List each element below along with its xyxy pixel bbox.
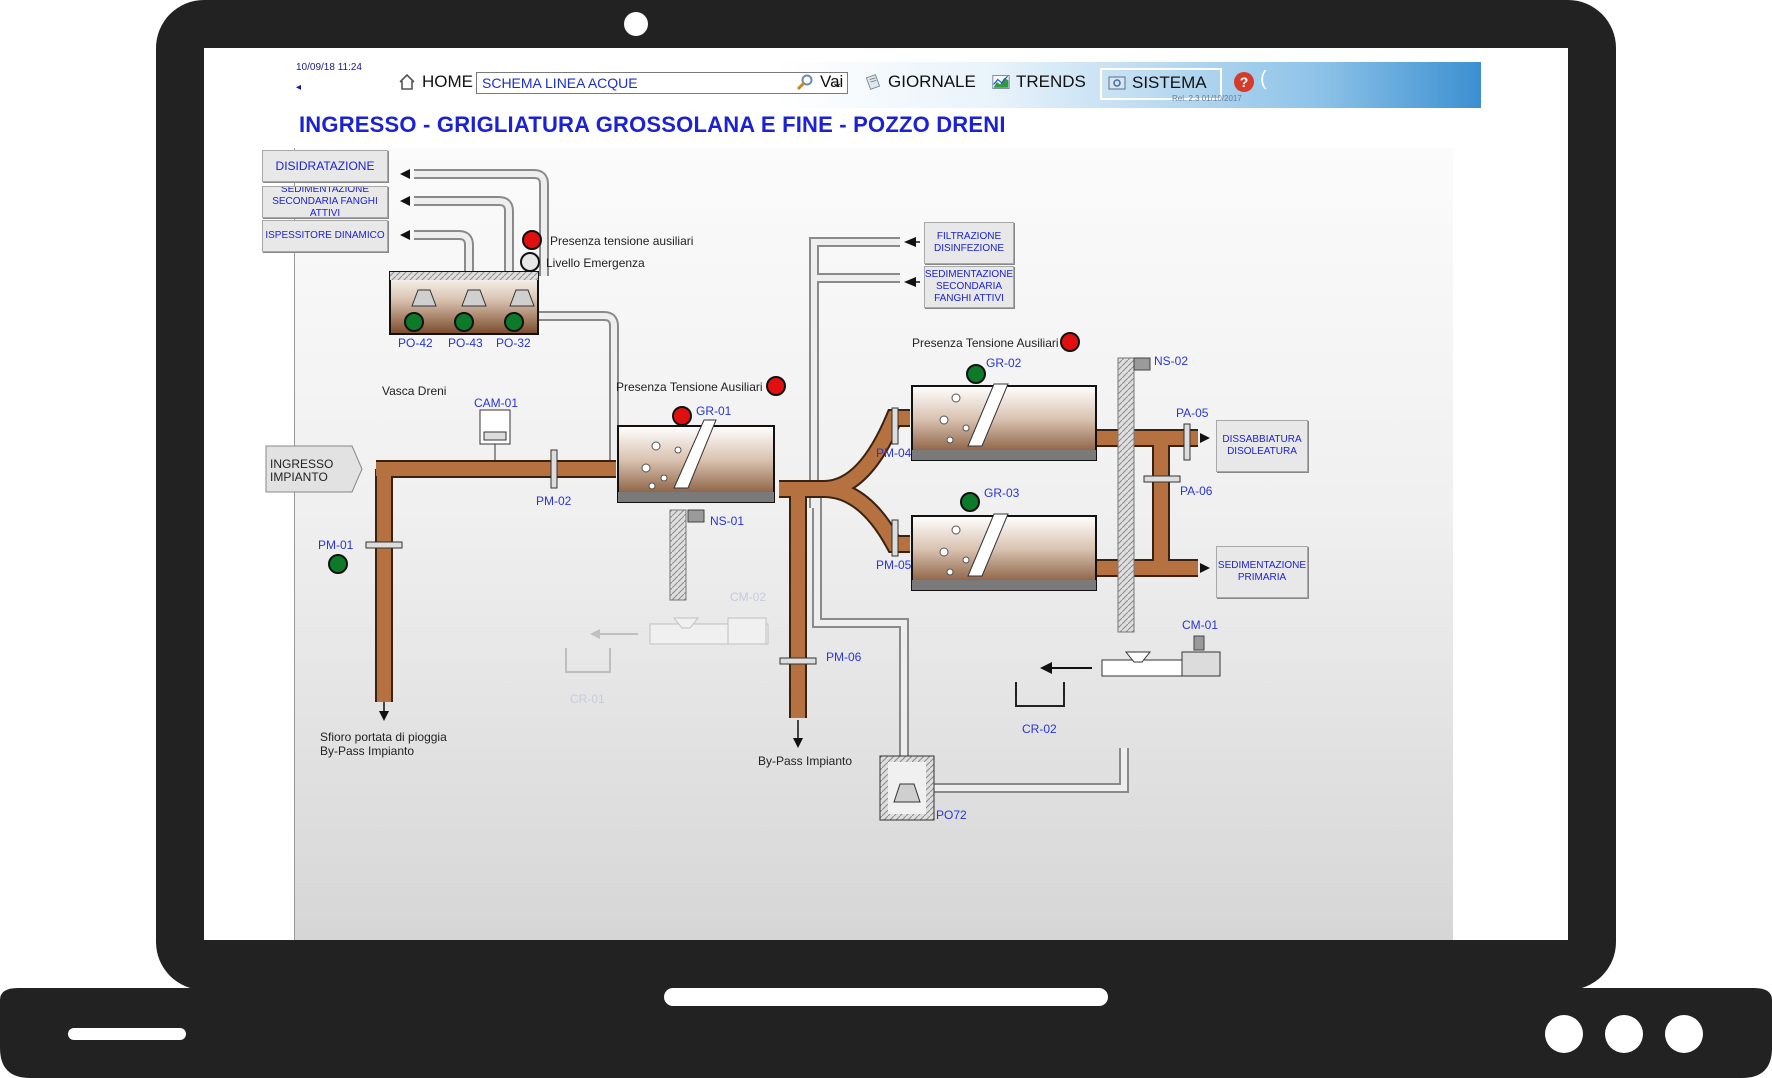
tag-ns02[interactable]: NS-02 [1154,354,1188,368]
keyboard-slot [68,1028,186,1040]
tag-ns01[interactable]: NS-01 [710,514,744,528]
tag-gr03[interactable]: GR-03 [984,486,1019,500]
sfioro-label: Sfioro portata di pioggia [320,730,447,744]
cm01-compactor [1015,635,1221,707]
indicator-dot [1605,1015,1643,1053]
tag-pm06[interactable]: PM-06 [826,650,861,664]
sedimentazione-secondaria-button[interactable]: SEDIMENTAZIONE SECONDARIA FANGHI ATTIVI [924,266,1014,308]
livello-emergenza-label: Livello Emergenza [546,256,645,270]
gr02-screen-tank [911,383,1097,461]
presenza-tensione-gr02-label: Presenza Tensione Ausiliari [912,336,1059,350]
tag-pa05[interactable]: PA-05 [1176,406,1208,420]
presenza-tensione-label: Presenza tensione ausiliari [550,234,694,248]
po72-pump-pit [879,755,935,821]
webcam-icon [624,12,648,36]
gr03-screen-tank [911,513,1097,591]
tag-po32[interactable]: PO-32 [496,336,531,350]
ispessitore-button[interactable]: ISPESSITORE DINAMICO [262,220,388,252]
presenza-tensione-gr01-label: Presenza Tensione Ausiliari [616,380,763,394]
tag-cm01[interactable]: CM-01 [1182,618,1218,632]
tag-po43[interactable]: PO-43 [448,336,483,350]
tag-po72[interactable]: PO72 [936,808,967,822]
indicator-dot [1665,1015,1703,1053]
filtrazione-button[interactable]: FILTRAZIONE DISINFEZIONE [924,222,1014,264]
tag-pm02[interactable]: PM-02 [536,494,571,508]
bypass-label: By-Pass Impianto [758,754,853,768]
sedimentazione-primaria-button[interactable]: SEDIMENTAZIONE PRIMARIA [1216,546,1308,598]
cm02-compactor [565,617,769,673]
indicator-dot [1545,1015,1583,1053]
ns01-conveyor [669,509,687,601]
tag-cr01[interactable]: CR-01 [570,692,605,706]
tag-po42[interactable]: PO-42 [398,336,433,350]
ns02-conveyor [1117,357,1135,633]
vasca-dreni-label: Vasca Dreni [382,384,447,398]
tag-cr02[interactable]: CR-02 [1022,722,1057,736]
tag-gr02[interactable]: GR-02 [986,356,1021,370]
tag-pm01[interactable]: PM-01 [318,538,353,552]
sfioro-bypass-label: By-Pass Impianto [320,744,415,758]
ingresso-label[interactable]: INGRESSO IMPIANTO [270,458,340,484]
tag-cam01[interactable]: CAM-01 [474,396,518,410]
scada-screen: 10/09/18 11:24 ◂ HOME SCHEMA LINEA ACQUE… [204,48,1568,940]
tag-cm02[interactable]: CM-02 [730,590,766,604]
tag-pm05[interactable]: PM-05 [876,558,911,572]
tag-pm04[interactable]: PM-04 [876,446,911,460]
trackpad-notch [664,988,1108,1006]
process-diagram [265,169,1221,821]
gr01-screen-tank [617,419,775,503]
tag-pa06[interactable]: PA-06 [1180,484,1212,498]
tag-gr01[interactable]: GR-01 [696,404,731,418]
sedimentazione-fanghi-button[interactable]: SEDIMENTAZIONE SECONDARIA FANGHI ATTIVI [262,186,388,218]
dissabbiatura-button[interactable]: DISSABBIATURA DISOLEATURA [1216,420,1308,472]
disidratazione-button[interactable]: DISIDRATAZIONE [262,150,388,182]
